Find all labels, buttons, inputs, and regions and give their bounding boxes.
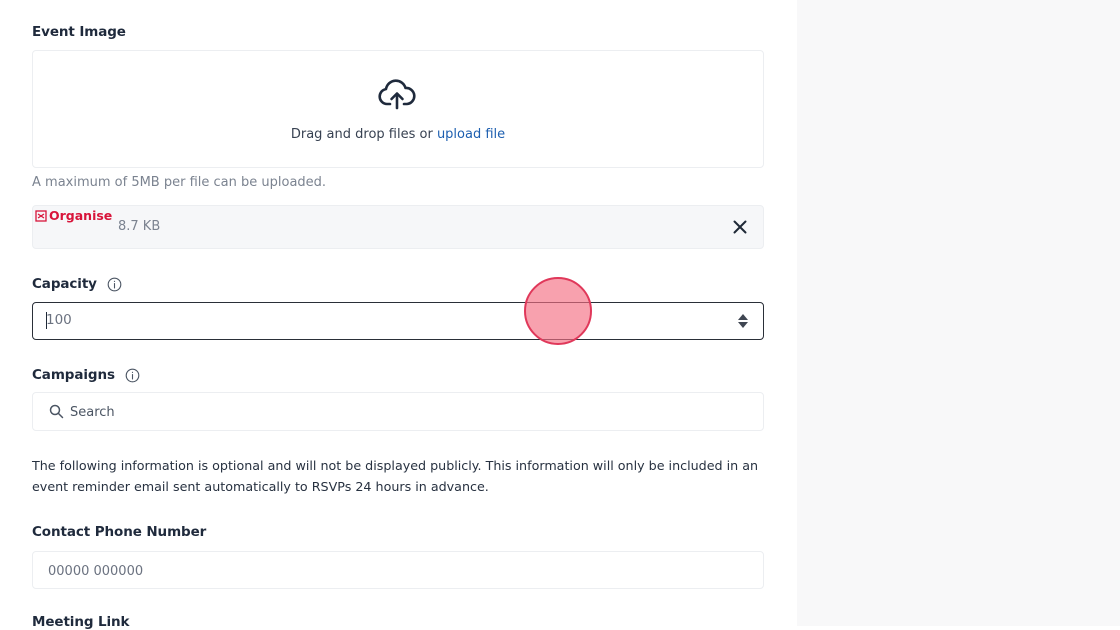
- campaigns-search-input[interactable]: [68, 399, 732, 425]
- file-size: 8.7 KB: [118, 219, 161, 234]
- capacity-value: 100: [46, 312, 72, 328]
- upload-cloud-icon: [378, 79, 416, 110]
- meeting-link-label-text: Meeting Link: [32, 614, 130, 630]
- campaigns-label: Campaigns: [32, 367, 140, 383]
- contact-phone-label: Contact Phone Number: [32, 524, 206, 540]
- dropzone-text: Drag and drop files or upload file: [33, 127, 763, 142]
- capacity-input[interactable]: 100: [32, 302, 764, 340]
- file-thumbnail: Organise: [35, 208, 112, 223]
- optional-info-text: The following information is optional an…: [32, 458, 759, 494]
- organise-logo-icon: [35, 209, 47, 222]
- info-icon[interactable]: [107, 277, 122, 292]
- contact-phone-input[interactable]: [46, 558, 750, 584]
- upload-file-link[interactable]: upload file: [437, 127, 505, 142]
- info-icon[interactable]: [125, 368, 140, 383]
- capacity-label: Capacity: [32, 276, 122, 292]
- remove-file-button[interactable]: [729, 216, 751, 238]
- search-icon: [49, 404, 64, 419]
- event-form-panel: Event Image Drag and drop files or uploa…: [0, 0, 797, 630]
- file-logo-text: Organise: [49, 208, 113, 223]
- file-size-hint: A maximum of 5MB per file can be uploade…: [32, 175, 327, 190]
- stepper-up-icon[interactable]: [738, 314, 748, 320]
- event-image-label-text: Event Image: [32, 24, 126, 40]
- contact-phone-label-text: Contact Phone Number: [32, 524, 207, 540]
- stepper-down-icon[interactable]: [738, 322, 748, 328]
- text-caret: [46, 312, 47, 329]
- close-icon: [733, 220, 747, 234]
- meeting-link-label: Meeting Link: [32, 614, 130, 630]
- uploaded-file-item: Organise 8.7 KB: [32, 205, 764, 249]
- campaigns-label-text: Campaigns: [32, 367, 115, 383]
- capacity-label-text: Capacity: [32, 276, 97, 292]
- event-image-label: Event Image: [32, 24, 126, 40]
- drop-instructions: Drag and drop files or: [290, 127, 437, 142]
- campaigns-search[interactable]: [32, 392, 764, 431]
- capacity-stepper[interactable]: [737, 312, 749, 330]
- file-dropzone[interactable]: Drag and drop files or upload file: [32, 50, 764, 168]
- contact-phone-field[interactable]: [32, 551, 764, 589]
- side-panel: [797, 0, 1120, 626]
